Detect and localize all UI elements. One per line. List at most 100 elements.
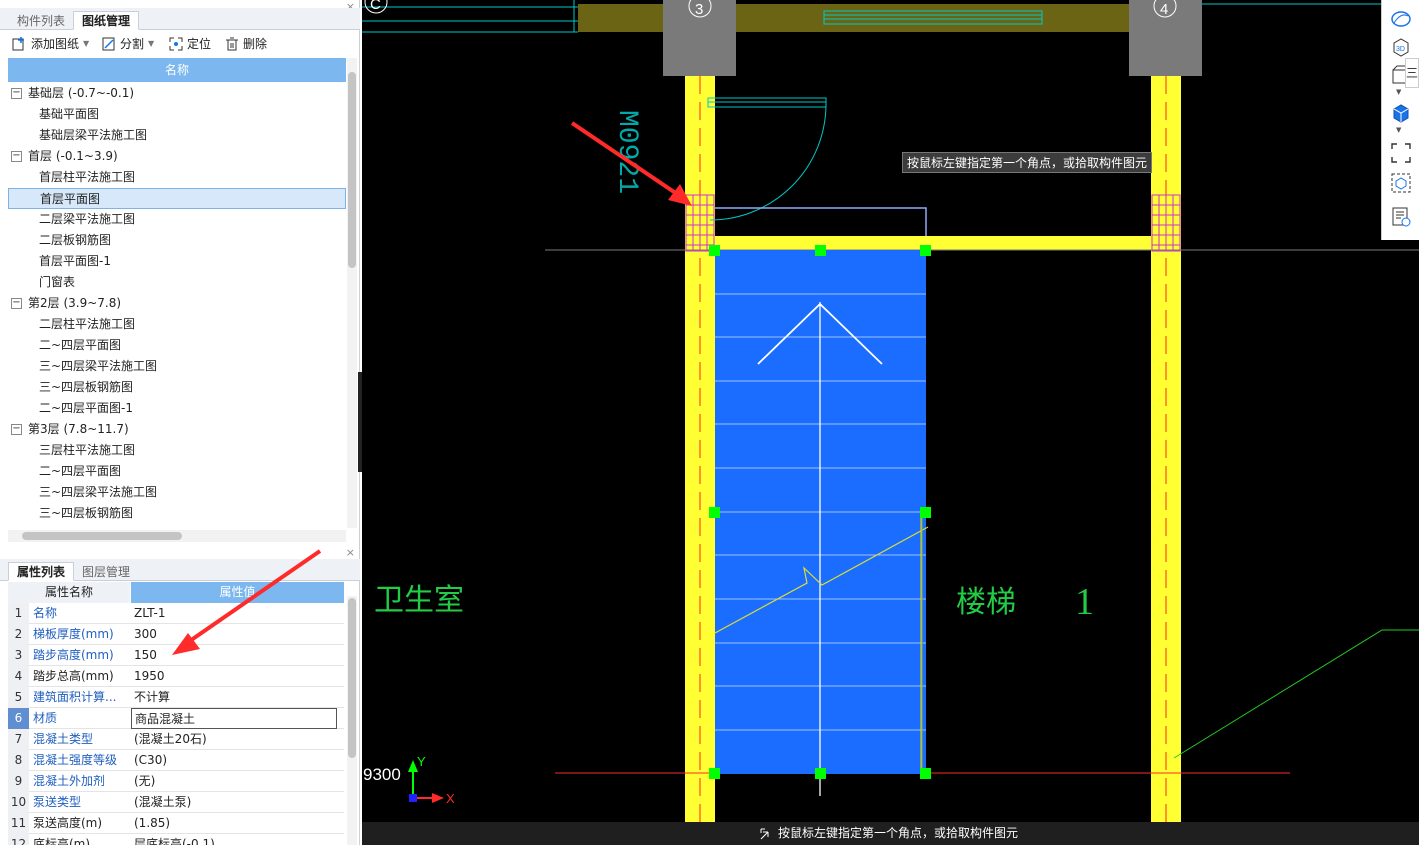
property-value[interactable]: (1.85) <box>134 813 340 834</box>
tree-item-label: 三~四层梁平法施工图 <box>39 485 158 499</box>
door-swing <box>709 103 827 221</box>
cad-drawing: 3 4 C M0921 卫生室 楼梯 1 Y X <box>362 0 1419 845</box>
tree-item-label: 基础层梁平法施工图 <box>39 128 148 142</box>
grip[interactable] <box>920 768 931 779</box>
property-row-number: 8 <box>8 750 29 771</box>
grip[interactable] <box>709 245 720 256</box>
property-row[interactable]: 9 混凝土外加剂 (无) <box>8 771 344 792</box>
tree-drawing-item[interactable]: 首层平面图-1 <box>8 251 346 272</box>
property-value[interactable]: 商品混凝土 <box>131 708 337 729</box>
property-row-number: 2 <box>8 624 29 645</box>
property-scrollbar[interactable] <box>347 596 357 845</box>
tree-drawing-item[interactable]: 二~四层平面图-1 <box>8 398 346 419</box>
property-value[interactable]: 1950 <box>134 666 340 687</box>
3d-view-icon[interactable]: 3D <box>1390 36 1412 58</box>
collapse-icon[interactable]: − <box>11 298 22 309</box>
tree-drawing-item[interactable]: 基础层梁平法施工图 <box>8 125 346 146</box>
pick-corner-icon <box>758 822 774 845</box>
red-arrow-annotation <box>172 549 322 655</box>
tree-item-label: 首层 (-0.1~3.9) <box>28 149 118 163</box>
chevron-down-icon: ▼ <box>148 39 155 48</box>
tree-drawing-item[interactable]: 三~四层梁平法施工图 <box>8 356 346 377</box>
grip[interactable] <box>920 245 931 256</box>
tree-drawing-item[interactable]: 三~四层梁平法施工图 <box>8 482 346 503</box>
property-row[interactable]: 6 材质 商品混凝土 <box>8 708 344 729</box>
tree-floor-node[interactable]: − 首层 (-0.1~3.9) <box>8 146 346 167</box>
zoom-extents-icon[interactable] <box>1390 142 1412 164</box>
chevron-down-icon: ▼ <box>83 39 90 48</box>
locate-button[interactable]: 定位 <box>168 34 211 54</box>
tree-drawing-item[interactable]: 二层板钢筋图 <box>8 230 346 251</box>
tree-drawing-item[interactable]: 三层柱平法施工图 <box>8 440 346 461</box>
tree-scrollbar[interactable] <box>347 58 357 528</box>
tree-drawing-item[interactable]: 首层平面图 <box>8 188 346 209</box>
property-row[interactable]: 12 底标高(m) 层底标高(-0.1) <box>8 834 344 845</box>
add-drawing-button[interactable]: 添加图纸 ▼ <box>12 34 89 54</box>
tree-drawing-item[interactable]: 二~四层平面图 <box>8 461 346 482</box>
split-button[interactable]: 分割 ▼ <box>101 34 154 54</box>
collapse-icon[interactable]: − <box>11 424 22 435</box>
tree-drawing-item[interactable]: 三~四层板钢筋图 <box>8 377 346 398</box>
tree-drawing-item[interactable]: 二层柱平法施工图 <box>8 314 346 335</box>
room-label-stair: 楼梯 <box>956 586 1016 619</box>
beam-horizontal <box>715 236 1151 250</box>
grip[interactable] <box>709 507 720 518</box>
tree-floor-node[interactable]: − 第3层 (7.8~11.7) <box>8 419 346 440</box>
collapse-icon[interactable]: − <box>11 151 22 162</box>
tree-drawing-item[interactable]: 门窗表 <box>8 272 346 293</box>
tab-property-list[interactable]: 属性列表 <box>8 562 75 581</box>
drawing-tree: − 基础层 (-0.7~-0.1) 基础平面图 基础层梁平法施工图 − 首层 (-0.1~… <box>8 83 346 529</box>
cad-canvas[interactable]: 3 4 C M0921 卫生室 楼梯 1 Y X <box>362 0 1419 845</box>
property-value[interactable]: (C30) <box>134 750 340 771</box>
cursor-tooltip: 按鼠标左键指定第一个角点，或拾取构件图元 <box>902 152 1153 173</box>
tab-drawing-management[interactable]: 图纸管理 <box>73 11 140 30</box>
model-view-icon[interactable] <box>1390 172 1412 194</box>
tree-drawing-item[interactable]: 三~四层板钢筋图 <box>8 503 346 524</box>
tree-hscroll-thumb[interactable] <box>22 532 182 540</box>
property-value[interactable]: (混凝土泵) <box>134 792 340 813</box>
property-name: 踏步高度(mm) <box>33 648 114 662</box>
property-row[interactable]: 11 泵送高度(m) (1.85) <box>8 813 344 834</box>
tree-floor-node[interactable]: − 第2层 (3.9~7.8) <box>8 293 346 314</box>
property-value[interactable]: 不计算 <box>134 687 340 708</box>
property-scroll-thumb[interactable] <box>348 598 356 758</box>
property-row[interactable]: 7 混凝土类型 (混凝土20石) <box>8 729 344 750</box>
property-value[interactable]: 层底标高(-0.1) <box>134 834 340 845</box>
property-name: 底标高(m) <box>33 837 91 845</box>
tab-component-list[interactable]: 构件列表 <box>8 11 74 30</box>
property-view-icon[interactable] <box>1390 206 1412 228</box>
tree-floor-node[interactable]: − 基础层 (-0.7~-0.1) <box>8 83 346 104</box>
property-value[interactable]: (混凝土20石) <box>134 729 340 750</box>
grip[interactable] <box>815 768 826 779</box>
tree-scroll-thumb[interactable] <box>348 72 356 268</box>
property-row[interactable]: 5 建筑面积计算... 不计算 <box>8 687 344 708</box>
grip[interactable] <box>920 507 931 518</box>
tree-drawing-item[interactable]: 基础平面图 <box>8 104 346 125</box>
property-row[interactable]: 10 泵送类型 (混凝土泵) <box>8 792 344 813</box>
tree-drawing-item[interactable]: 首层柱平法施工图 <box>8 167 346 188</box>
tree-horizontal-scrollbar[interactable] <box>8 530 346 542</box>
tab-layer-management[interactable]: 图层管理 <box>73 562 139 581</box>
delete-button[interactable]: 删除 <box>224 34 267 54</box>
property-value[interactable]: (无) <box>134 771 340 792</box>
collapse-icon[interactable]: − <box>11 88 22 99</box>
orbit-icon[interactable] <box>1390 8 1412 30</box>
grip[interactable] <box>815 245 826 256</box>
tree-item-label: 首层柱平法施工图 <box>39 170 136 184</box>
property-row-number: 7 <box>8 729 29 750</box>
property-row[interactable]: 4 踏步总高(mm) 1950 <box>8 666 344 687</box>
room-label-stair-number: 1 <box>1075 581 1094 623</box>
solid-box-icon[interactable] <box>1390 102 1412 124</box>
tree-item-label: 二层梁平法施工图 <box>39 212 136 226</box>
chevron-down-icon[interactable]: ▼ <box>1396 88 1401 96</box>
close-icon[interactable]: × <box>346 546 355 559</box>
tree-item-label: 三层柱平法施工图 <box>39 443 136 457</box>
chevron-down-icon[interactable]: ▼ <box>1396 126 1401 134</box>
property-row-number: 10 <box>8 792 29 813</box>
grip[interactable] <box>709 768 720 779</box>
tree-drawing-item[interactable]: 二~四层平面图 <box>8 335 346 356</box>
tree-drawing-item[interactable]: 二层梁平法施工图 <box>8 209 346 230</box>
property-row[interactable]: 8 混凝土强度等级 (C30) <box>8 750 344 771</box>
side-panel-tab[interactable]: 三 <box>1405 58 1419 88</box>
property-name: 混凝土外加剂 <box>33 774 106 788</box>
